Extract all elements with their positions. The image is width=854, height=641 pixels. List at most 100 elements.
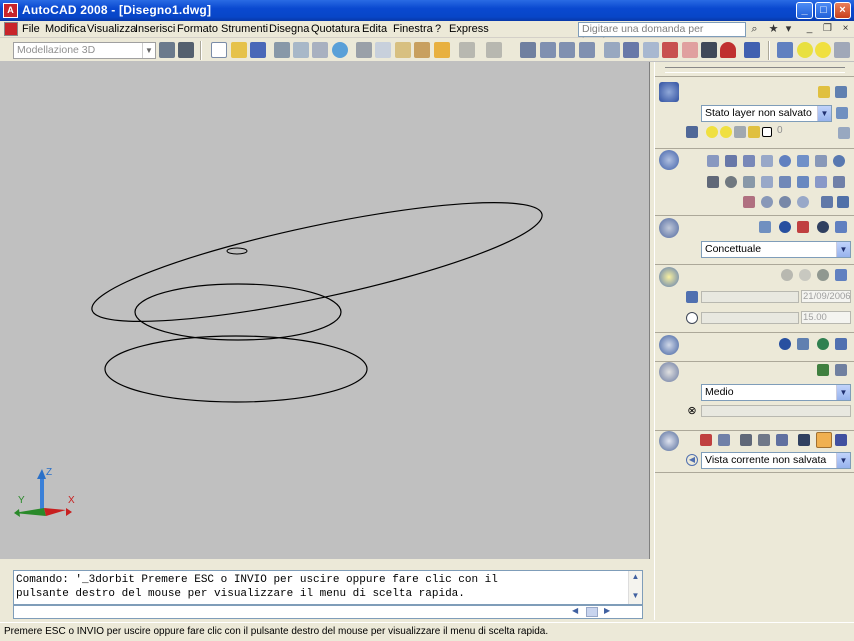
- help-icon[interactable]: [744, 42, 760, 58]
- layers-icon[interactable]: [777, 42, 793, 58]
- light-settings-icon[interactable]: [835, 269, 847, 281]
- view-select[interactable]: Vista corrente non salvata ▼: [701, 452, 851, 469]
- command-input[interactable]: ◀ ▶: [13, 605, 643, 619]
- autocad-app-icon[interactable]: A: [3, 3, 18, 18]
- doc-restore-button[interactable]: ❐: [821, 23, 834, 36]
- menu-file[interactable]: File: [22, 23, 40, 35]
- visual-styles-icon[interactable]: [659, 218, 679, 238]
- walk-icon[interactable]: [776, 434, 788, 446]
- cylinder-icon[interactable]: [797, 155, 809, 167]
- time-value[interactable]: 15.00: [801, 311, 851, 324]
- layer-previous-icon[interactable]: [835, 86, 847, 98]
- subtract-icon[interactable]: [779, 196, 791, 208]
- time-slider[interactable]: [701, 312, 799, 324]
- menu-finestra[interactable]: Finestra: [393, 23, 433, 35]
- menu-express[interactable]: Express: [449, 23, 489, 35]
- shadow-icon[interactable]: [817, 269, 829, 281]
- exposure-icon[interactable]: ⊗: [686, 405, 698, 417]
- cut-icon[interactable]: [356, 42, 372, 58]
- menu-modifica[interactable]: Modifica: [45, 23, 86, 35]
- layer-lock-icon[interactable]: [834, 42, 850, 58]
- drawing-canvas[interactable]: [0, 62, 650, 559]
- sheet-set-icon[interactable]: [662, 42, 678, 58]
- drawing-viewport[interactable]: [0, 62, 650, 559]
- render-environment-icon[interactable]: [817, 364, 829, 376]
- menu-quotatura[interactable]: Quotatura: [311, 23, 360, 35]
- parallel-icon[interactable]: [835, 434, 847, 446]
- interference-icon[interactable]: [743, 196, 755, 208]
- point-light-icon[interactable]: [799, 269, 811, 281]
- scroll-left-icon[interactable]: ◀: [572, 606, 584, 618]
- scroll-thumb[interactable]: [586, 607, 598, 617]
- layers-icon[interactable]: [659, 82, 679, 102]
- free-orbit-icon[interactable]: [758, 434, 770, 446]
- sphere-icon[interactable]: [779, 155, 791, 167]
- box-icon[interactable]: [725, 155, 737, 167]
- section-plane-icon[interactable]: [821, 196, 833, 208]
- minimize-button[interactable]: _: [796, 2, 813, 19]
- scroll-down-icon[interactable]: ▼: [630, 591, 641, 602]
- markup-set-icon[interactable]: [682, 42, 698, 58]
- teapot-render-icon[interactable]: [659, 362, 679, 382]
- union-icon[interactable]: [761, 196, 773, 208]
- help-search-input[interactable]: Digitare una domanda per l'assistenza: [578, 22, 746, 48]
- doc-close-button[interactable]: ×: [839, 23, 852, 36]
- new-file-icon[interactable]: [211, 42, 227, 58]
- workspace-select[interactable]: Modellazione 3D ▼: [13, 42, 156, 59]
- design-center-icon[interactable]: [623, 42, 639, 58]
- material-map-icon[interactable]: [797, 338, 809, 350]
- layer-state-manager-icon[interactable]: [836, 107, 848, 119]
- visual-style-manager-icon[interactable]: [835, 221, 847, 233]
- wedge-icon[interactable]: [743, 155, 755, 167]
- lights-icon[interactable]: [659, 267, 679, 287]
- shaded-icon[interactable]: [779, 221, 791, 233]
- redo-icon[interactable]: [486, 42, 502, 58]
- material-sphere-icon[interactable]: [779, 338, 791, 350]
- dashboard-grip[interactable]: [665, 67, 845, 73]
- material-attach-icon[interactable]: [817, 338, 829, 350]
- save-icon[interactable]: [250, 42, 266, 58]
- date-slider[interactable]: [701, 291, 799, 303]
- intersect-icon[interactable]: [797, 196, 809, 208]
- menu-disegna[interactable]: Disegna: [269, 23, 309, 35]
- menu-visualizza[interactable]: Visualizza: [87, 23, 136, 35]
- print-preview-icon[interactable]: [293, 42, 309, 58]
- pyramid-icon[interactable]: [815, 155, 827, 167]
- tilted-ellipse[interactable]: [85, 179, 550, 345]
- 3d-make-icon[interactable]: [659, 150, 679, 170]
- copy-icon[interactable]: [375, 42, 391, 58]
- view-nav-icon[interactable]: ◀: [686, 454, 698, 466]
- menu-help[interactable]: ?: [435, 23, 441, 35]
- visual-style-select[interactable]: Concettuale ▼: [701, 241, 851, 258]
- layer-isolate-icon[interactable]: [838, 127, 850, 139]
- conceptual-icon[interactable]: [797, 221, 809, 233]
- tool-palettes-icon[interactable]: [643, 42, 659, 58]
- layer-on-icon[interactable]: [797, 42, 813, 58]
- print-icon[interactable]: [274, 42, 290, 58]
- open-folder-icon[interactable]: [231, 42, 247, 58]
- document-icon[interactable]: [4, 22, 18, 36]
- customize-icon[interactable]: [178, 42, 194, 58]
- pan-icon[interactable]: [520, 42, 536, 58]
- match-properties-icon[interactable]: [414, 42, 430, 58]
- navigation-icon[interactable]: [659, 431, 679, 451]
- polysolid-icon[interactable]: [707, 155, 719, 167]
- scroll-right-icon[interactable]: ▶: [604, 606, 616, 618]
- undo-icon[interactable]: [459, 42, 475, 58]
- zoom-window-icon[interactable]: [559, 42, 575, 58]
- command-history[interactable]: Comando: '_3dorbit Premere ESC o INVIO p…: [13, 570, 643, 605]
- perspective-icon[interactable]: [816, 432, 832, 448]
- 3d-move-icon[interactable]: [707, 176, 719, 188]
- 3d-rotate-icon[interactable]: [725, 176, 737, 188]
- calendar-icon[interactable]: [686, 291, 698, 303]
- zoom-realtime-icon[interactable]: [540, 42, 556, 58]
- pan-icon[interactable]: [700, 434, 712, 446]
- solid-edit-icon[interactable]: [837, 196, 849, 208]
- clock-icon[interactable]: [686, 312, 698, 324]
- revolve-icon[interactable]: [797, 176, 809, 188]
- publish-web-icon[interactable]: [332, 42, 348, 58]
- properties-icon[interactable]: [604, 42, 620, 58]
- materials-icon[interactable]: [659, 335, 679, 355]
- menu-edita[interactable]: Edita: [362, 23, 387, 35]
- slice-icon[interactable]: [833, 176, 845, 188]
